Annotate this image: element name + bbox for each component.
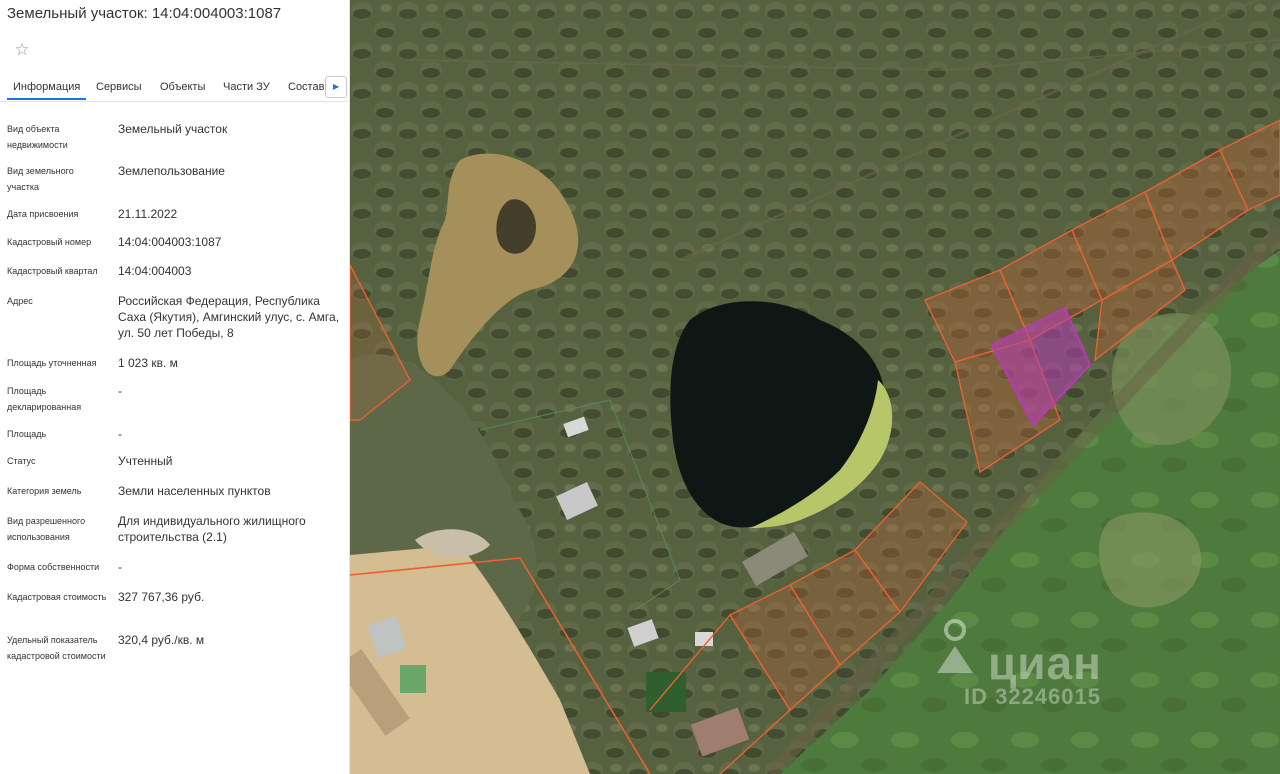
field-label: Удельный показатель кадастровой стоимост…: [7, 635, 106, 661]
field-value: 327 767,36 руб.: [118, 590, 205, 604]
cian-logo-icon: [937, 619, 973, 673]
tab-composition[interactable]: Состав: [288, 81, 324, 93]
field-value: 1 023 кв. м: [118, 356, 178, 370]
field-label: Площадь: [7, 429, 47, 439]
building-roof: [400, 665, 426, 693]
field-label: Площадь декларированная: [7, 386, 82, 412]
field-label: Кадастровая стоимость: [7, 592, 107, 602]
field-label: Адрес: [7, 296, 33, 306]
field-label: Площадь уточненная: [7, 358, 97, 368]
field-label: Дата присвоения: [7, 209, 79, 219]
field-value: Землепользование: [118, 164, 225, 178]
tabs-divider: [0, 101, 349, 102]
field-value: Учтенный: [118, 454, 173, 468]
field-label: Вид разрешенного использования: [7, 516, 86, 542]
page-title: Земельный участок: 14:04:004003:1087: [7, 5, 282, 22]
tabs-next-button[interactable]: ▶: [325, 76, 347, 98]
watermark-id: ID 32246015: [964, 684, 1101, 709]
field-label: Форма собственности: [7, 562, 100, 572]
field-value: -: [118, 384, 122, 398]
tab-services[interactable]: Сервисы: [96, 81, 142, 93]
tab-info[interactable]: Информация: [7, 81, 87, 100]
field-value: 320,4 руб./кв. м: [118, 633, 205, 647]
info-panel: Земельный участок: 14:04:004003:1087 ☆ И…: [0, 0, 350, 774]
field-value: -: [118, 427, 122, 441]
field-label: Статус: [7, 456, 36, 466]
field-label: Категория земель: [7, 486, 82, 496]
field-label: Вид земельного участка: [7, 166, 74, 192]
tab-objects[interactable]: Объекты: [160, 81, 205, 93]
field-label: Вид объекта недвижимости: [7, 124, 68, 150]
field-value: Земли населенных пунктов: [118, 484, 271, 498]
field-value: Для индивидуального жилищного строительс…: [118, 514, 306, 544]
watermark-brand: циан: [988, 637, 1102, 689]
field-value: 14:04:004003:1087: [118, 235, 222, 249]
field-value: Земельный участок: [118, 122, 228, 136]
triangle-right-icon: ▶: [332, 82, 340, 91]
field-value: 21.11.2022: [118, 207, 178, 221]
satellite-map[interactable]: циан ID 32246015: [350, 0, 1280, 774]
field-value: 14:04:004003: [118, 264, 192, 278]
tab-parts[interactable]: Части ЗУ: [223, 81, 270, 93]
tab-bar: Информация Сервисы Объекты Части ЗУ Сост…: [0, 76, 349, 102]
map-canvas[interactable]: [350, 0, 1280, 774]
field-value: -: [118, 560, 122, 574]
field-label: Кадастровый номер: [7, 237, 92, 247]
star-icon[interactable]: ☆: [13, 41, 31, 59]
field-value: Российская Федерация, Республика Саха (Я…: [118, 294, 340, 340]
field-label: Кадастровый квартал: [7, 266, 98, 276]
